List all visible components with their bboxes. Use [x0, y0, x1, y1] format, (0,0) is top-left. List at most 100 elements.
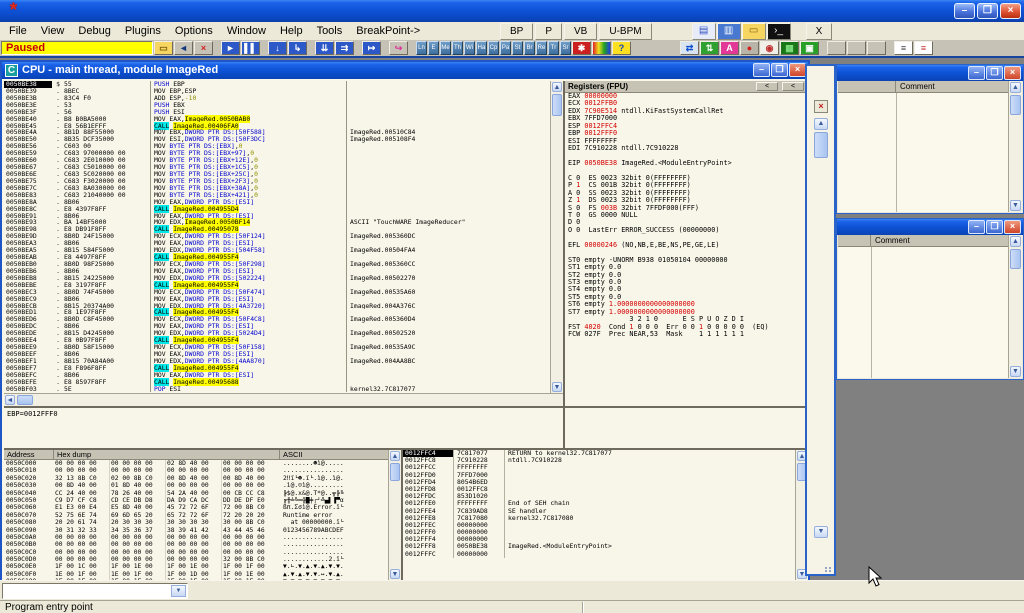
cpu-maximize-button[interactable]: ❐: [771, 63, 788, 77]
maximize-button[interactable]: ❐: [977, 3, 998, 19]
disasm-row[interactable]: 0050BEFE.E8 8597F8FFCALL ImageRed.004956…: [4, 379, 550, 386]
column-splitter[interactable]: [896, 93, 897, 212]
disasm-vthumb[interactable]: [552, 94, 562, 116]
close-button[interactable]: ×: [1004, 66, 1021, 80]
record-icon[interactable]: ●: [740, 41, 759, 55]
dump-row[interactable]: 0050C0B000 00 00 0000 00 00 0000 00 00 0…: [4, 541, 388, 548]
animate-into-icon[interactable]: ⇊: [315, 41, 334, 55]
disasm-row[interactable]: 0050BEC3.8B0D 74F45000MOV ECX,DWORD PTR …: [4, 289, 550, 296]
disassembly-pane[interactable]: 0050BE38$55PUSH EBP0050BE39.8BECMOV EBP,…: [4, 81, 550, 393]
open-file-icon[interactable]: ▭: [154, 41, 173, 55]
dump-vthumb[interactable]: [390, 463, 400, 481]
chevron-down-icon[interactable]: ▼: [171, 585, 186, 597]
dump-row[interactable]: 0050C07052 75 6E 7469 6D 65 2065 72 72 6…: [4, 512, 388, 519]
registers-pane[interactable]: Registers (FPU) < < EAX 00000000ECX 0012…: [565, 81, 808, 449]
menu-close-button[interactable]: X: [806, 23, 833, 40]
toolbar-letter-ha[interactable]: Ha: [476, 41, 487, 55]
menu-window[interactable]: Window: [220, 23, 273, 39]
toolbar-letter-cp[interactable]: Cp: [488, 41, 499, 55]
execute-till-return-icon[interactable]: ↦: [362, 41, 381, 55]
animate-over-icon[interactable]: ⇉: [335, 41, 354, 55]
maximize-button[interactable]: ❐: [986, 220, 1003, 234]
scroll-down-icon[interactable]: ▼: [552, 382, 562, 392]
toolbar-letter-pa[interactable]: Pa: [500, 41, 511, 55]
app-window-icon[interactable]: ▣: [800, 41, 819, 55]
command-combobox[interactable]: ▼: [2, 583, 188, 599]
disasm-address[interactable]: 0050BF03: [4, 386, 52, 393]
disasm-row[interactable]: 0050BF03.5EPOP ESIkernel32.7C817077: [4, 386, 550, 393]
disasm-hthumb[interactable]: [17, 395, 33, 405]
step-into-icon[interactable]: ↓: [268, 41, 287, 55]
menu-help[interactable]: Help: [273, 23, 310, 39]
register-line[interactable]: FCW 027F Prec NEAR,53 Mask 1 1 1 1 1 1: [565, 331, 808, 338]
dump-row[interactable]: 0050C050C9 D7 CF C8CD CE DB D8DA D9 CA D…: [4, 497, 388, 504]
dump-row[interactable]: 0050C0E01F 00 1C 001F 00 1E 001F 00 1E 0…: [4, 563, 388, 570]
panel-marks-icon[interactable]: ≡: [914, 41, 933, 55]
main-title-bar[interactable]: * – ❐ ×: [0, 0, 1024, 22]
disasm-row[interactable]: 0050BE3B.83C4 F0ADD ESP,-10: [4, 95, 550, 102]
toolbar-letter-me[interactable]: Me: [440, 41, 451, 55]
toolbar-letter-e[interactable]: E: [428, 41, 439, 55]
dump-pane[interactable]: Address Hex dump ASCII 0050C00000 00 00 …: [4, 450, 388, 580]
scroll-left-icon[interactable]: ◄: [5, 395, 15, 405]
dump-row[interactable]: 0050C02032 13 8B C002 00 8B C000 8D 40 0…: [4, 475, 388, 482]
disasm-row[interactable]: 0050BE3E.53PUSH EBX: [4, 102, 550, 109]
toolbar-letter-tr[interactable]: Tr: [548, 41, 559, 55]
cpu-minimize-button[interactable]: –: [753, 63, 770, 77]
panel-list-icon[interactable]: ≡: [894, 41, 913, 55]
dump-row[interactable]: 0050C040CC 24 40 0078 26 40 0054 2A 40 0…: [4, 490, 388, 497]
disasm-row[interactable]: 0050BE9D.8B0D 24F15000MOV ECX,DWORD PTR …: [4, 233, 550, 240]
menu-file[interactable]: File: [2, 23, 34, 39]
dump-row[interactable]: 0050C0D000 00 00 0000 00 00 0000 00 00 0…: [4, 556, 388, 563]
stack-row[interactable]: 0012FFFC00000000: [403, 551, 795, 558]
dump-row[interactable]: 0050C00000 00 00 0000 00 00 0002 8D 40 0…: [4, 460, 388, 467]
menu-options[interactable]: Options: [168, 23, 220, 39]
options-gear-icon[interactable]: ✱: [572, 41, 591, 55]
disasm-hscrollbar[interactable]: ◄: [4, 393, 563, 406]
scroll-up-icon[interactable]: ▲: [1010, 236, 1021, 247]
menu-view[interactable]: View: [34, 23, 72, 39]
dump-row[interactable]: 0050C0F01E 00 1F 001E 00 1F 001F 00 1D 0…: [4, 571, 388, 578]
register-line[interactable]: EFL 00000246 (NO,NB,E,BE,NS,PE,GE,LE): [565, 242, 808, 249]
fragment-vthumb[interactable]: [814, 132, 828, 158]
stack-address[interactable]: 0012FFFC: [403, 551, 453, 558]
side-window-2-title-bar[interactable]: – ❐ ×: [837, 219, 1023, 235]
toolbar-blank-button[interactable]: [847, 41, 866, 55]
terminate-icon[interactable]: ×: [194, 41, 213, 55]
cpu-title-bar[interactable]: C CPU - main thread, module ImageRed – ❐…: [2, 62, 808, 79]
pause-icon[interactable]: ▌▌: [241, 41, 260, 55]
toolbar-letter-wi[interactable]: Wi: [464, 41, 475, 55]
scroll-up-icon[interactable]: ▲: [390, 451, 400, 461]
spiral-icon[interactable]: ◉: [760, 41, 779, 55]
close-button[interactable]: ×: [1000, 3, 1021, 19]
resize-grip[interactable]: [825, 567, 832, 572]
dump-row[interactable]: 0050C060E1 E3 00 E4E5 8D 40 0045 72 72 6…: [4, 504, 388, 511]
scroll-down-icon[interactable]: ▼: [1010, 366, 1021, 377]
side-window-2-scrollbar[interactable]: ▲ ▼: [1008, 235, 1022, 378]
menu-button-u-bpm[interactable]: U-BPM: [599, 23, 651, 40]
disasm-row[interactable]: 0050BE83.C683 21040000 00MOV BYTE PTR DS…: [4, 192, 550, 199]
disasm-row[interactable]: 0050BEF7.E8 F896F8FFCALL ImageRed.004955…: [4, 365, 550, 372]
minimize-button[interactable]: –: [968, 220, 985, 234]
highlight-icon[interactable]: A: [720, 41, 739, 55]
menu-breakpoint[interactable]: BreakPoint->: [349, 23, 427, 39]
dump-row[interactable]: 0050C09030 31 32 3334 35 36 3738 39 41 4…: [4, 527, 388, 534]
folder-icon[interactable]: ▭: [742, 23, 766, 40]
minimize-button[interactable]: –: [968, 66, 985, 80]
maximize-button[interactable]: ❐: [986, 66, 1003, 80]
scroll-up-icon[interactable]: ▲: [814, 118, 828, 130]
dump-row[interactable]: 0050C03000 8D 40 0001 8D 40 0000 00 00 0…: [4, 482, 388, 489]
dump-row[interactable]: 0050C0C000 00 00 0000 00 00 0000 00 00 0…: [4, 549, 388, 556]
disasm-row[interactable]: 0050BEE9.8B0D 58F15000MOV ECX,DWORD PTR …: [4, 344, 550, 351]
dump-row[interactable]: 0050C08020 20 61 7420 30 30 3030 30 30 3…: [4, 519, 388, 526]
run-icon[interactable]: ►: [221, 41, 240, 55]
book-icon[interactable]: ▥: [717, 23, 741, 40]
help-icon[interactable]: ?: [612, 41, 631, 55]
scroll-thumb[interactable]: [1010, 95, 1021, 115]
swap-arrows-icon[interactable]: ⇄: [680, 41, 699, 55]
toolbar-letter-st[interactable]: St: [512, 41, 523, 55]
dump-row[interactable]: 0050C01000 00 00 0000 00 00 0000 00 00 0…: [4, 467, 388, 474]
register-line[interactable]: EIP 0050BE38 ImageRed.<ModuleEntryPoint>: [565, 160, 808, 167]
go-to-icon[interactable]: ↪: [389, 41, 408, 55]
keypad-icon[interactable]: ▦: [780, 41, 799, 55]
